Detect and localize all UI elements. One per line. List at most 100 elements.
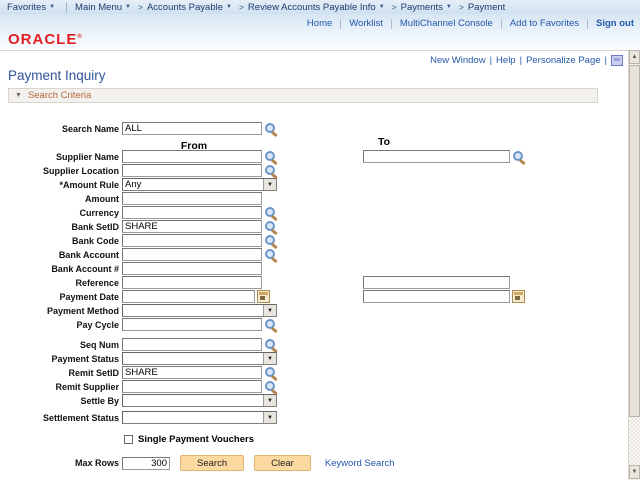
- settlement-status-select[interactable]: ▼: [122, 411, 277, 424]
- reference-to-input[interactable]: [363, 276, 510, 289]
- payments-arrow-icon[interactable]: ▼: [446, 4, 452, 10]
- breadcrumb-separator-icon: >: [138, 2, 143, 12]
- search-button[interactable]: Search: [180, 455, 244, 471]
- dropdown-arrow-icon[interactable]: ▼: [263, 305, 276, 316]
- remit-supplier-lookup-icon[interactable]: [264, 380, 278, 393]
- remit-setid-lookup-icon[interactable]: [264, 366, 278, 379]
- vertical-scrollbar[interactable]: ▲ ▼: [628, 50, 640, 480]
- favorites-menu-arrow-icon[interactable]: ▼: [49, 4, 55, 10]
- new-window-link[interactable]: New Window: [430, 55, 485, 66]
- pay-cycle-label: Pay Cycle: [0, 320, 122, 330]
- supplier-name-to-input[interactable]: [363, 150, 510, 163]
- add-to-favorites-link[interactable]: Add to Favorites: [510, 18, 579, 29]
- payment-date-from-input[interactable]: [122, 290, 255, 303]
- remit-setid-label: Remit SetID: [0, 368, 122, 378]
- collapse-triangle-icon[interactable]: ▼: [15, 92, 22, 99]
- accounts-payable-arrow-icon[interactable]: ▼: [226, 4, 232, 10]
- seq-num-row: Seq Num: [0, 338, 628, 351]
- bank-account-num-row: Bank Account #: [0, 262, 628, 275]
- utility-divider: [587, 19, 588, 29]
- amount-label: Amount: [0, 194, 122, 204]
- review-ap-info-arrow-icon[interactable]: ▼: [379, 4, 385, 10]
- settlement-status-label: Settlement Status: [0, 413, 122, 423]
- multichannel-console-link[interactable]: MultiChannel Console: [400, 18, 493, 29]
- supplier-name-from-lookup-icon[interactable]: [264, 150, 278, 163]
- actions-row: Max Rows Search Clear Keyword Search: [0, 455, 628, 471]
- search-criteria-section-header[interactable]: ▼ Search Criteria: [8, 88, 598, 103]
- currency-label: Currency: [0, 208, 122, 218]
- page-link-divider: |: [605, 55, 607, 66]
- search-name-input[interactable]: [122, 122, 262, 135]
- breadcrumb-accounts-payable[interactable]: Accounts Payable: [147, 2, 223, 13]
- bank-setid-row: Bank SetID: [0, 220, 628, 233]
- page-link-divider: |: [520, 55, 522, 66]
- bank-setid-lookup-icon[interactable]: [264, 220, 278, 233]
- main-menu-arrow-icon[interactable]: ▼: [125, 4, 131, 10]
- seq-num-input[interactable]: [122, 338, 262, 351]
- bank-account-num-input[interactable]: [122, 262, 262, 275]
- breadcrumb-main-menu[interactable]: Main Menu: [75, 2, 122, 13]
- payment-method-select[interactable]: ▼: [122, 304, 277, 317]
- favorites-menu[interactable]: Favorites: [7, 2, 46, 13]
- dropdown-arrow-icon[interactable]: ▼: [263, 395, 276, 406]
- personalize-layout-icon[interactable]: [611, 55, 623, 66]
- dropdown-arrow-icon[interactable]: ▼: [263, 353, 276, 364]
- supplier-name-to-lookup-icon[interactable]: [512, 150, 526, 163]
- currency-row: Currency: [0, 206, 628, 219]
- bank-account-input[interactable]: [122, 248, 262, 261]
- settle-by-label: Settle By: [0, 396, 122, 406]
- help-link[interactable]: Help: [496, 55, 516, 66]
- amount-rule-select[interactable]: Any ▼: [122, 178, 277, 191]
- bank-code-row: Bank Code: [0, 234, 628, 247]
- payment-date-to-calendar-icon[interactable]: [512, 290, 525, 303]
- pay-cycle-lookup-icon[interactable]: [264, 318, 278, 331]
- dropdown-arrow-icon[interactable]: ▼: [263, 412, 276, 423]
- breadcrumb-review-ap-info[interactable]: Review Accounts Payable Info: [248, 2, 376, 13]
- scrollbar-thumb[interactable]: [629, 65, 640, 417]
- clear-button[interactable]: Clear: [254, 455, 311, 471]
- settle-by-select[interactable]: ▼: [122, 394, 277, 407]
- sign-out-link[interactable]: Sign out: [596, 18, 634, 29]
- bank-code-lookup-icon[interactable]: [264, 234, 278, 247]
- remit-supplier-row: Remit Supplier: [0, 380, 628, 393]
- amount-input[interactable]: [122, 192, 262, 205]
- single-payment-vouchers-row: Single Payment Vouchers: [124, 433, 628, 446]
- supplier-location-input[interactable]: [122, 164, 262, 177]
- breadcrumb: Favorites ▼ Main Menu ▼ > Accounts Payab…: [0, 0, 640, 14]
- single-payment-vouchers-checkbox[interactable]: [124, 435, 133, 444]
- supplier-name-row: Supplier Name: [0, 150, 628, 163]
- utility-divider: [340, 19, 341, 29]
- currency-lookup-icon[interactable]: [264, 206, 278, 219]
- personalize-page-link[interactable]: Personalize Page: [526, 55, 600, 66]
- breadcrumb-payments[interactable]: Payments: [401, 2, 443, 13]
- currency-input[interactable]: [122, 206, 262, 219]
- reference-from-input[interactable]: [122, 276, 262, 289]
- remit-setid-input[interactable]: [122, 366, 262, 379]
- scroll-down-icon[interactable]: ▼: [629, 465, 640, 479]
- breadcrumb-divider: [66, 2, 67, 13]
- payment-status-label: Payment Status: [0, 354, 122, 364]
- bank-account-lookup-icon[interactable]: [264, 248, 278, 261]
- max-rows-input[interactable]: [122, 457, 170, 470]
- bank-setid-input[interactable]: [122, 220, 262, 233]
- keyword-search-link[interactable]: Keyword Search: [325, 458, 395, 469]
- home-link[interactable]: Home: [307, 18, 332, 29]
- payment-date-from-calendar-icon[interactable]: [257, 290, 270, 303]
- seq-num-lookup-icon[interactable]: [264, 338, 278, 351]
- supplier-location-lookup-icon[interactable]: [264, 164, 278, 177]
- payment-status-select[interactable]: ▼: [122, 352, 277, 365]
- bank-code-input[interactable]: [122, 234, 262, 247]
- pay-cycle-input[interactable]: [122, 318, 262, 331]
- worklist-link[interactable]: Worklist: [349, 18, 383, 29]
- search-name-lookup-icon[interactable]: [264, 122, 278, 135]
- supplier-name-from-input[interactable]: [122, 150, 262, 163]
- payment-date-to-input[interactable]: [363, 290, 510, 303]
- seq-num-label: Seq Num: [0, 340, 122, 350]
- supplier-name-label: Supplier Name: [0, 152, 122, 162]
- remit-supplier-input[interactable]: [122, 380, 262, 393]
- dropdown-arrow-icon[interactable]: ▼: [263, 179, 276, 190]
- scroll-up-icon[interactable]: ▲: [629, 50, 640, 64]
- from-to-header-row: From To: [0, 136, 628, 149]
- payment-method-label: Payment Method: [0, 306, 122, 316]
- settlement-status-row: Settlement Status ▼: [0, 411, 628, 424]
